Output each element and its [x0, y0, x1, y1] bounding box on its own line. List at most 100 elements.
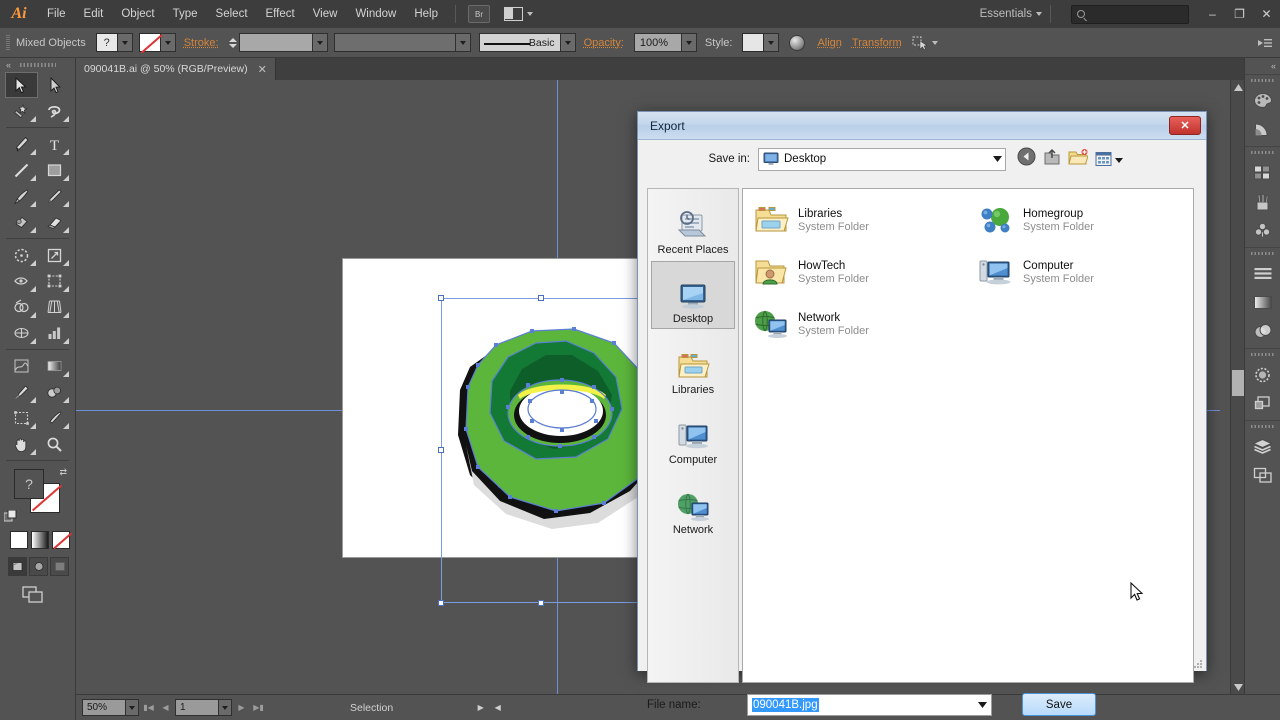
views-button[interactable] [1095, 150, 1123, 168]
swatches-panel-icon[interactable] [1245, 158, 1280, 187]
last-artboard-button[interactable]: ▶▮ [251, 699, 266, 716]
draw-behind-button[interactable] [29, 557, 48, 576]
align-button[interactable]: Align [817, 37, 841, 49]
place-computer[interactable]: Computer [651, 401, 735, 469]
stroke-profile-input[interactable] [334, 33, 456, 52]
status-label[interactable]: Selection [350, 702, 393, 714]
color-panel-icon[interactable] [1245, 86, 1280, 115]
gradient-panel-icon[interactable] [1245, 288, 1280, 317]
default-fill-stroke-icon[interactable] [4, 510, 17, 523]
dock-group-grip[interactable] [1245, 147, 1280, 158]
slice-tool[interactable] [38, 405, 71, 431]
menu-file[interactable]: File [38, 0, 75, 28]
maximize-button[interactable]: ❐ [1226, 3, 1253, 25]
horizontal-scroll-left-icon[interactable]: ◀ [490, 699, 505, 716]
brush-definition[interactable]: Basic [479, 33, 561, 52]
magic-wand-tool[interactable] [5, 98, 38, 124]
artboard-tool[interactable] [5, 405, 38, 431]
scroll-down-icon[interactable] [1231, 680, 1245, 694]
next-artboard-button[interactable]: ▶ [234, 699, 249, 716]
layers-panel-icon[interactable] [1245, 432, 1280, 461]
back-icon[interactable] [1017, 147, 1036, 171]
perspective-grid-tool[interactable] [38, 294, 71, 320]
stroke-weight-input[interactable] [239, 33, 313, 52]
dock-group-grip[interactable] [1245, 349, 1280, 360]
panel-grip[interactable] [6, 35, 10, 51]
opacity-mask-icon[interactable] [789, 35, 805, 51]
list-item[interactable]: Network System Folder [743, 298, 968, 350]
free-transform-tool[interactable] [38, 268, 71, 294]
new-folder-icon[interactable] [1068, 148, 1088, 171]
opacity-label[interactable]: Opacity: [584, 37, 624, 49]
stroke-label[interactable]: Stroke: [184, 37, 219, 49]
graphic-style-swatch[interactable] [742, 33, 764, 52]
gradient-button[interactable] [31, 531, 49, 549]
appearance-panel-icon[interactable] [1245, 360, 1280, 389]
file-list[interactable]: Libraries System Folder [742, 188, 1194, 683]
color-guide-panel-icon[interactable] [1245, 115, 1280, 144]
selection-handle[interactable] [438, 295, 444, 301]
hand-tool[interactable] [5, 431, 38, 457]
save-button[interactable]: Save [1022, 693, 1096, 716]
zoom-tool[interactable] [38, 431, 71, 457]
stroke-weight-stepper[interactable] [229, 38, 237, 48]
search-input[interactable] [1071, 5, 1189, 24]
column-graph-tool[interactable] [38, 320, 71, 346]
color-button[interactable] [10, 531, 28, 549]
artboards-panel-icon[interactable] [1245, 461, 1280, 490]
blob-brush-tool[interactable] [5, 209, 38, 235]
lasso-tool[interactable] [38, 98, 71, 124]
selection-handle[interactable] [538, 295, 544, 301]
symbol-sprayer-tool[interactable] [5, 353, 38, 379]
pen-tool[interactable] [5, 131, 38, 157]
chevron-down-icon[interactable] [993, 149, 1002, 170]
place-recent-places[interactable]: Recent Places [651, 191, 735, 259]
menu-help[interactable]: Help [405, 0, 447, 28]
menu-effect[interactable]: Effect [257, 0, 304, 28]
document-tab[interactable]: 090041B.ai @ 50% (RGB/Preview) ✕ [76, 58, 276, 80]
save-in-combobox[interactable]: Desktop [758, 148, 1006, 171]
list-item[interactable]: Libraries System Folder [743, 194, 968, 246]
stroke-panel-icon[interactable] [1245, 259, 1280, 288]
previous-artboard-button[interactable]: ◀ [158, 699, 173, 716]
zoom-dropdown-arrow[interactable] [126, 699, 139, 716]
stroke-dropdown-arrow[interactable] [161, 33, 176, 52]
dialog-title-bar[interactable]: Export ✕ [638, 112, 1206, 140]
panel-menu-button[interactable] [1258, 37, 1272, 49]
transparency-panel-icon[interactable] [1245, 317, 1280, 346]
status-menu-arrow[interactable]: ▶ [473, 699, 488, 716]
dock-group-grip[interactable] [1245, 248, 1280, 259]
menu-window[interactable]: Window [346, 0, 405, 28]
none-button[interactable] [52, 531, 70, 549]
arrange-documents-button[interactable] [504, 7, 533, 21]
shape-builder-tool[interactable] [5, 294, 38, 320]
brush-dropdown-arrow[interactable] [561, 33, 576, 52]
graphic-styles-panel-icon[interactable] [1245, 389, 1280, 418]
pencil-tool[interactable] [38, 183, 71, 209]
selection-handle[interactable] [438, 447, 444, 453]
select-similar-button[interactable] [912, 36, 938, 50]
eraser-tool[interactable] [38, 209, 71, 235]
expand-panels-button[interactable]: « [1245, 58, 1280, 74]
line-segment-tool[interactable] [5, 157, 38, 183]
chevron-down-icon[interactable] [978, 695, 987, 715]
first-artboard-button[interactable]: ▮◀ [141, 699, 156, 716]
place-libraries[interactable]: Libraries [651, 331, 735, 399]
scroll-up-icon[interactable] [1231, 80, 1245, 94]
direct-selection-tool[interactable] [38, 72, 71, 98]
blend-tool[interactable] [38, 379, 71, 405]
list-item[interactable]: HowTech System Folder [743, 246, 968, 298]
fill-color-box[interactable]: ? [14, 469, 44, 499]
scale-tool[interactable] [38, 242, 71, 268]
paintbrush-tool[interactable] [5, 183, 38, 209]
dock-group-grip[interactable] [1245, 421, 1280, 432]
stroke-profile-dropdown-arrow[interactable] [456, 33, 471, 52]
file-name-input[interactable]: 090041B.jpg [747, 694, 992, 716]
opacity-dropdown-arrow[interactable] [682, 33, 697, 52]
style-dropdown-arrow[interactable] [764, 33, 779, 52]
zoom-level-input[interactable]: 50% [82, 699, 126, 716]
close-button[interactable]: ✕ [1253, 3, 1280, 25]
up-one-level-icon[interactable] [1043, 147, 1061, 171]
dialog-close-button[interactable]: ✕ [1169, 116, 1201, 135]
stroke-weight-dropdown-arrow[interactable] [313, 33, 328, 52]
